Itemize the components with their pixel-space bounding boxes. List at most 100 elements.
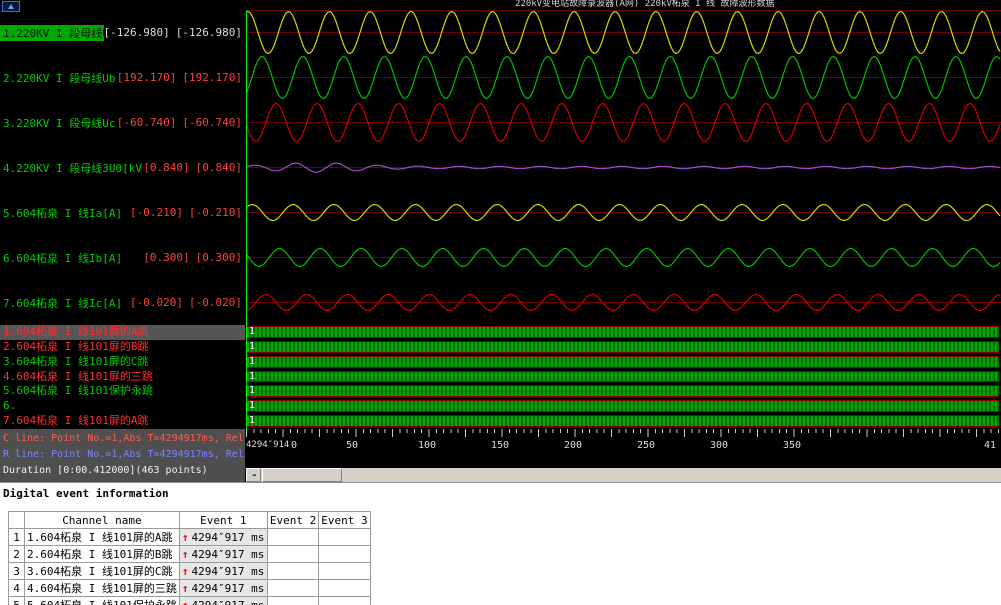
axis-tick-label: 4294″914294″950 [246,440,290,450]
digital-status-row: 1 [246,414,1001,429]
axis-tick-label: 150 [491,440,509,451]
event-pane-title: Digital event information [3,487,169,500]
digital-state-value: 1 [249,414,255,428]
event-1-time: 4294″917 ms [191,531,264,544]
digital-channel-name[interactable]: 1.604柘泉 I 线101屏的A跳 [0,325,245,340]
event-1-time: 4294″917 ms [191,548,264,561]
event-2-cell [267,546,318,563]
header-event-1: Event 1 [179,512,267,529]
event-table-row[interactable]: 3 3.604柘泉 I 线101屏的C跳 ↑4294″917 ms [9,563,371,580]
wave-viewer-window: 220kV变电站故障录波器(A网) 220kV柘泉 I 线 故障波形数据 1.2… [0,0,1001,605]
event-row-num: 3 [9,563,25,580]
analog-value-1: [-0.210] [130,206,183,219]
analog-channel-name[interactable]: 4.220KV I 段母线3U0[kV] [0,160,143,176]
event-table[interactable]: Channel name Event 1 Event 2 Event 3 1 1… [8,511,371,605]
analog-channel-row[interactable]: 1.220KV I 段母线Ua[kV] [-126.980][-126.980] [0,10,245,55]
analog-channel-row[interactable]: 2.220KV I 段母线Ub[kV] [192.170][192.170] [0,55,245,100]
r-line-status: R line: Point No.=1,Abs T=4294917ms, Rel… [3,447,242,463]
digital-state-value: 1 [249,370,255,384]
analog-channel-name[interactable]: 3.220KV I 段母线Uc[kV] [0,115,117,131]
event-1-cell: ↑4294″917 ms [179,529,267,546]
axis-tick-label: 300 [710,440,728,451]
event-1-time: 4294″917 ms [191,565,264,578]
header-event-2: Event 2 [267,512,318,529]
analog-value-2: [-126.980] [176,26,242,39]
up-arrow-icon [8,4,14,9]
digital-status-row: 1 [246,340,1001,355]
event-1-time: 4294″917 ms [191,582,264,595]
digital-channel-name[interactable]: 5.604柘泉 I 线101保护永跳 [0,384,245,399]
axis-tick-label: 0 [291,440,297,451]
event-channel-name: 5.604柘泉 I 线101保护永跳 [25,597,180,605]
event-1-cell: ↑4294″917 ms [179,546,267,563]
analog-channel-name[interactable]: 2.220KV I 段母线Ub[kV] [0,70,117,86]
analog-value-2: [-0.210] [189,206,242,219]
digital-state-value: 1 [249,340,255,354]
event-2-cell [267,563,318,580]
analog-channel-row[interactable]: 4.220KV I 段母线3U0[kV] [0.840] [0.840] [0,145,245,190]
axis-major-ticks [246,429,1001,437]
rising-edge-icon: ↑ [182,582,189,595]
digital-channel-name[interactable]: 7.604柘泉 I 线101屏的A跳 [0,414,245,429]
analog-value-1: [-0.020] [130,296,183,309]
event-channel-name: 3.604柘泉 I 线101屏的C跳 [25,563,180,580]
event-2-cell [267,597,318,605]
event-table-row[interactable]: 2 2.604柘泉 I 线101屏的B跳 ↑4294″917 ms [9,546,371,563]
analog-value-1: [0.840] [143,161,189,174]
axis-tick-label: 250 [637,440,655,451]
event-2-cell [267,580,318,597]
rising-edge-icon: ↑ [182,548,189,561]
event-channel-name: 1.604柘泉 I 线101屏的A跳 [25,529,180,546]
cursor-line[interactable] [246,10,247,430]
analog-channel-name[interactable]: 1.220KV I 段母线Ua[kV] [0,25,104,41]
digital-state-value: 1 [249,384,255,398]
digital-channel-name[interactable]: 3.604柘泉 I 线101屏的C跳 [0,355,245,370]
analog-value-1: [0.300] [143,251,189,264]
event-1-cell: ↑4294″917 ms [179,563,267,580]
analog-channel-name[interactable]: 7.604柘泉 I 线Ic[A] [0,295,122,311]
analog-value-2: [192.170] [182,71,242,84]
digital-state-value: 1 [249,355,255,369]
digital-state-bar [247,400,999,412]
event-1-cell: ↑4294″917 ms [179,580,267,597]
digital-state-value: 1 [249,399,255,413]
digital-channel-name[interactable]: 4.604柘泉 I 线101屏的三跳 [0,370,245,385]
event-3-cell [319,546,370,563]
event-table-row[interactable]: 5 5.604柘泉 I 线101保护永跳 ↑4294″917 ms [9,597,371,605]
event-channel-name: 2.604柘泉 I 线101屏的B跳 [25,546,180,563]
analog-channel-row[interactable]: 5.604柘泉 I 线Ia[A] [-0.210] [-0.210] [0,190,245,235]
waveform-display[interactable] [246,10,1001,325]
digital-state-bar [247,356,999,368]
digital-state-bar [247,371,999,383]
event-channel-name: 4.604柘泉 I 线101屏的三跳 [25,580,180,597]
analog-channel-name[interactable]: 6.604柘泉 I 线Ib[A] [0,250,122,266]
rising-edge-icon: ↑ [182,599,189,605]
digital-status-row: 1 [246,384,1001,399]
scroll-left-button[interactable]: ◄ [246,468,261,482]
analog-channel-row[interactable]: 6.604柘泉 I 线Ib[A] [0.300] [0.300] [0,235,245,280]
analog-value-2: [0.300] [196,251,242,264]
digital-channel-panel: 1.604柘泉 I 线101屏的A跳 2.604柘泉 I 线101屏的B跳 3.… [0,325,245,429]
axis-tick-label: 350 [783,440,801,451]
scrollbar-thumb[interactable] [262,468,342,482]
digital-channel-name[interactable]: 2.604柘泉 I 线101屏的B跳 [0,340,245,355]
analog-channel-panel: 1.220KV I 段母线Ua[kV] [-126.980][-126.980]… [0,10,245,325]
rising-edge-icon: ↑ [182,531,189,544]
digital-state-bar [247,415,999,427]
event-row-num: 1 [9,529,25,546]
event-table-row[interactable]: 1 1.604柘泉 I 线101屏的A跳 ↑4294″917 ms [9,529,371,546]
analog-channel-row[interactable]: 3.220KV I 段母线Uc[kV] [-60.740] [-60.740] [0,100,245,145]
digital-channel-name[interactable]: 6. [0,399,245,414]
digital-status-row: 1 [246,325,1001,340]
event-table-row[interactable]: 4 4.604柘泉 I 线101屏的三跳 ↑4294″917 ms [9,580,371,597]
waveform-svg [246,10,1001,325]
analog-value-2: [-60.740] [182,116,242,129]
digital-status-row: 1 [246,399,1001,414]
analog-value-2: [0.840] [196,161,242,174]
event-table-header-row: Channel name Event 1 Event 2 Event 3 [9,512,371,529]
analog-channel-name[interactable]: 5.604柘泉 I 线Ia[A] [0,205,122,221]
analog-channel-row[interactable]: 7.604柘泉 I 线Ic[A] [-0.020][-0.020] [0,280,245,325]
analog-value-1: [-60.740] [117,116,177,129]
horizontal-scrollbar[interactable]: ◄ [246,468,1001,482]
time-axis[interactable]: 4294″914294″950 0 50 100 150 200 250 300… [246,429,1001,468]
